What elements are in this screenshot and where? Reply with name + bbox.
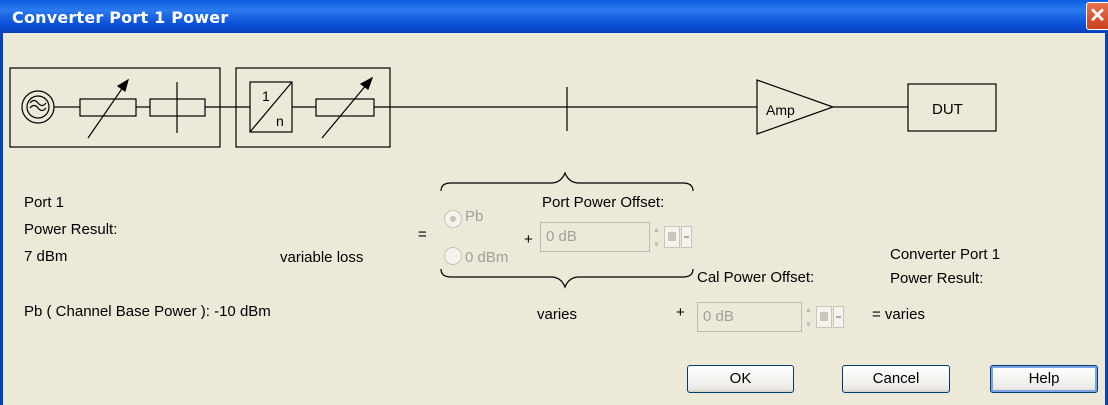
port-power-offset-minus-button[interactable] — [681, 226, 692, 248]
minus-icon — [684, 236, 689, 238]
spin-up-icon: ▲ — [804, 305, 813, 314]
minus-icon — [836, 316, 841, 318]
converter-power-value: = varies — [872, 306, 925, 323]
port-power-offset-keypad-button[interactable] — [664, 226, 680, 248]
help-button[interactable]: Help — [990, 365, 1098, 393]
pb-radio-label: Pb — [465, 208, 484, 225]
ok-button[interactable]: OK — [687, 365, 794, 393]
equals-sign: = — [418, 226, 427, 243]
port-label: Port 1 — [24, 194, 65, 211]
cal-power-offset-minus-button[interactable] — [833, 306, 844, 328]
zero-dbm-radio[interactable] — [444, 247, 462, 265]
port-power-value: 7 dBm — [24, 248, 68, 265]
port-power-result-label: Power Result: — [24, 221, 118, 238]
port-power-offset-field[interactable]: 0 dB — [540, 222, 650, 252]
varies-label: varies — [537, 306, 578, 323]
top-brace — [440, 171, 694, 192]
zero-dbm-radio-label: 0 dBm — [465, 249, 509, 266]
bottom-brace — [440, 268, 694, 289]
converter-power-result-label: Power Result: — [890, 270, 984, 287]
cancel-button[interactable]: Cancel — [842, 365, 950, 393]
plus-sign-1: + — [524, 231, 533, 248]
cal-power-offset-keypad-button[interactable] — [816, 306, 832, 328]
converter-port-label: Converter Port 1 — [890, 246, 1001, 263]
spin-down-icon: ▼ — [652, 240, 661, 249]
cal-power-offset-label: Cal Power Offset: — [697, 269, 815, 286]
cal-power-offset-spinner[interactable]: ▲ ▼ — [803, 302, 814, 332]
channel-base-power: Pb ( Channel Base Power ): -10 dBm — [24, 303, 271, 320]
cal-power-offset-field[interactable]: 0 dB — [697, 302, 802, 332]
port-power-offset-label: Port Power Offset: — [542, 194, 665, 211]
keypad-icon — [820, 312, 828, 321]
spin-up-icon: ▲ — [652, 225, 661, 234]
plus-sign-2: + — [676, 304, 685, 321]
variable-loss-label: variable loss — [280, 249, 364, 266]
pb-radio[interactable] — [444, 210, 462, 228]
keypad-icon — [668, 232, 676, 241]
port-power-offset-spinner[interactable]: ▲ ▼ — [651, 222, 662, 252]
spin-down-icon: ▼ — [804, 320, 813, 329]
